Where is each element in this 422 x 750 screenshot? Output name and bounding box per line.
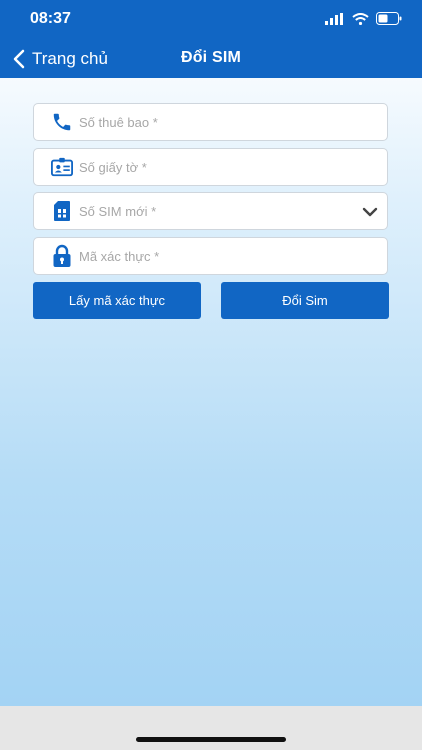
phone-icon <box>51 111 73 133</box>
lock-icon <box>51 244 73 267</box>
phone-number-input[interactable] <box>79 114 387 130</box>
otp-field[interactable] <box>33 237 388 275</box>
id-document-field[interactable] <box>33 148 388 186</box>
page-title: Đổi SIM <box>180 49 242 66</box>
battery-icon <box>376 12 402 25</box>
new-sim-select[interactable] <box>33 192 388 230</box>
phone-number-field[interactable] <box>33 103 388 141</box>
status-icons <box>325 12 402 25</box>
id-card-icon <box>51 156 73 178</box>
otp-input[interactable] <box>79 248 387 264</box>
id-document-input[interactable] <box>79 159 387 175</box>
app-screen: 08:37 Trang chủ Đổi SIM Số thuê bao * Số… <box>0 0 422 706</box>
status-time: 08:37 <box>30 10 71 27</box>
home-indicator <box>136 737 286 742</box>
get-code-button[interactable]: Lấy mã xác thực <box>33 282 201 319</box>
cellular-signal-icon <box>325 12 343 25</box>
sim-card-icon <box>51 200 73 222</box>
chevron-down-icon[interactable] <box>361 203 379 221</box>
change-sim-button[interactable]: Đổi Sim <box>221 282 389 319</box>
new-sim-input[interactable] <box>79 203 387 219</box>
top-bar: 08:37 Trang chủ Đổi SIM <box>0 0 422 78</box>
wifi-icon <box>352 12 369 25</box>
